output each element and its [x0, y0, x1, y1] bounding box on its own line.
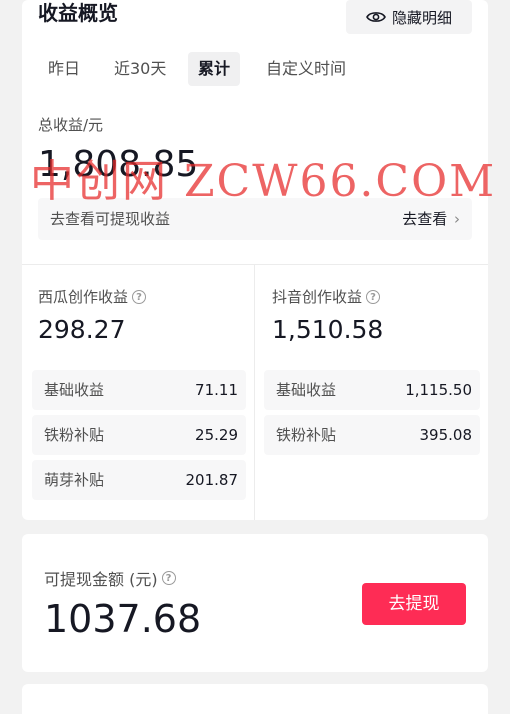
douyin-earnings-value: 1,510.58: [272, 315, 384, 344]
xigua-label-text: 西瓜创作收益: [38, 288, 129, 306]
total-earnings-label: 总收益/元: [38, 116, 104, 134]
view-action-label: 去查看: [402, 210, 448, 228]
eye-icon: [366, 12, 386, 22]
tab-last-30-days[interactable]: 近30天: [104, 52, 176, 86]
xigua-earnings-label: 西瓜创作收益 ?: [38, 286, 147, 307]
next-card: [22, 684, 488, 714]
withdrawable-amount-label: 可提现金额 (元) ?: [44, 566, 176, 590]
row-key: 铁粉补贴: [44, 426, 105, 444]
view-withdrawable-action: 去查看 ›: [402, 198, 460, 240]
xigua-row-sprout: 萌芽补贴 201.87: [32, 460, 246, 500]
divider-vertical: [254, 264, 255, 520]
view-withdrawable-link[interactable]: 去查看可提现收益 去查看 ›: [38, 198, 472, 240]
row-value: 25.29: [195, 426, 238, 444]
douyin-label-text: 抖音创作收益: [272, 288, 363, 306]
divider: [22, 264, 488, 265]
row-key: 萌芽补贴: [44, 471, 105, 489]
earnings-overview-card: 收益概览 隐藏明细 昨日 近30天 累计 自定义时间 总收益/元 1,808.8…: [22, 0, 488, 520]
question-icon[interactable]: ?: [366, 289, 381, 304]
withdrawable-amount-value: 1037.68: [44, 597, 202, 641]
xigua-row-fans: 铁粉补贴 25.29: [32, 415, 246, 455]
question-icon[interactable]: ?: [132, 289, 147, 304]
hide-details-button[interactable]: 隐藏明细: [346, 0, 472, 34]
chevron-right-icon: ›: [454, 210, 460, 228]
row-value: 1,115.50: [405, 381, 472, 399]
xigua-earnings-value: 298.27: [38, 315, 126, 344]
douyin-row-basic: 基础收益 1,115.50: [264, 370, 480, 410]
tab-custom-time[interactable]: 自定义时间: [256, 52, 356, 86]
tab-cumulative[interactable]: 累计: [188, 52, 241, 86]
row-value: 395.08: [419, 426, 473, 444]
withdraw-button[interactable]: 去提现: [362, 583, 466, 625]
row-key: 基础收益: [44, 381, 105, 399]
question-icon[interactable]: ?: [161, 571, 176, 585]
douyin-row-fans: 铁粉补贴 395.08: [264, 415, 480, 455]
douyin-earnings-label: 抖音创作收益 ?: [272, 286, 381, 307]
withdrawable-label-text: 可提现金额 (元): [44, 570, 158, 589]
row-value: 201.87: [185, 471, 239, 489]
row-key: 基础收益: [276, 381, 337, 399]
xigua-row-basic: 基础收益 71.11: [32, 370, 246, 410]
page-title: 收益概览: [38, 1, 118, 25]
row-value: 71.11: [195, 381, 238, 399]
tab-yesterday[interactable]: 昨日: [38, 52, 90, 86]
withdrawable-card: 可提现金额 (元) ? 1037.68 去提现: [22, 534, 488, 672]
total-earnings-value: 1,808.85: [38, 144, 199, 185]
view-withdrawable-text: 去查看可提现收益: [50, 210, 171, 228]
hide-details-label: 隐藏明细: [391, 8, 452, 27]
row-key: 铁粉补贴: [276, 426, 337, 444]
